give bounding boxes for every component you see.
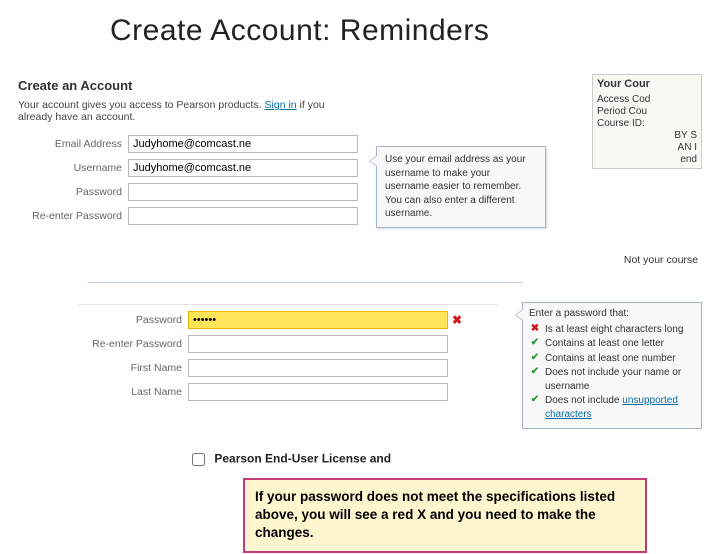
not-your-course-text: Not your course — [624, 254, 698, 266]
username-tooltip-text: Use your email address as your username … — [385, 154, 526, 219]
username-field[interactable] — [128, 159, 358, 177]
course-panel: Your Cour Access Cod Period Cou Course I… — [592, 74, 702, 169]
license-row: Pearson End-User License and — [188, 450, 391, 469]
tooltip-pointer-icon — [515, 309, 523, 321]
password-label-bottom: Password — [78, 314, 188, 326]
reenter-field-bottom[interactable] — [188, 335, 448, 353]
tooltip-pointer-icon — [369, 155, 377, 167]
reenter-field-top[interactable] — [128, 207, 358, 225]
course-panel-line: BY S — [597, 130, 697, 141]
license-text: Pearson End-User License and — [214, 452, 391, 466]
last-name-field[interactable] — [188, 383, 448, 401]
req-text: Contains at least one number — [545, 352, 676, 366]
req-text-pre: Does not include — [545, 395, 622, 406]
email-label: Email Address — [18, 138, 128, 150]
check-icon: ✔ — [529, 337, 541, 349]
course-panel-line: Period Cou — [597, 106, 697, 117]
row-reenter-top: Re-enter Password — [18, 207, 702, 225]
license-checkbox[interactable] — [192, 453, 205, 466]
row-reenter-bottom: Re-enter Password — [78, 335, 498, 353]
password-label-top: Password — [18, 186, 128, 198]
username-label: Username — [18, 162, 128, 174]
second-form: Password ✖ Re-enter Password First Name … — [78, 304, 498, 407]
last-name-label: Last Name — [78, 386, 188, 398]
req-item: ✖ Is at least eight characters long — [529, 323, 695, 337]
row-password-top: Password — [18, 183, 702, 201]
course-panel-line: Course ID: — [597, 118, 697, 129]
course-panel-line: AN I — [597, 142, 697, 153]
x-icon: ✖ — [529, 323, 541, 335]
check-icon: ✔ — [529, 366, 541, 378]
signin-link[interactable]: Sign in — [265, 99, 297, 111]
callout-box: If your password does not meet the speci… — [243, 478, 647, 553]
callout-text: If your password does not meet the speci… — [255, 489, 615, 540]
reenter-label-top: Re-enter Password — [18, 210, 128, 222]
username-tooltip: Use your email address as your username … — [376, 146, 546, 228]
row-first-name: First Name — [78, 359, 498, 377]
course-panel-title: Your Cour — [597, 78, 697, 90]
req-item: ✔ Contains at least one letter — [529, 337, 695, 351]
reenter-label-bottom: Re-enter Password — [78, 338, 188, 350]
first-name-label: First Name — [78, 362, 188, 374]
password-requirements-box: Enter a password that: ✖ Is at least eig… — [522, 302, 702, 429]
req-item: ✔ Does not include your name or username — [529, 366, 695, 393]
course-panel-line: Access Cod — [597, 94, 697, 105]
course-panel-line: end — [597, 154, 697, 165]
check-icon: ✔ — [529, 394, 541, 406]
intro-pre: Your account gives you access to Pearson… — [18, 99, 265, 111]
row-last-name: Last Name — [78, 383, 498, 401]
first-name-field[interactable] — [188, 359, 448, 377]
intro-text: Your account gives you access to Pearson… — [18, 99, 338, 123]
slide-title: Create Account: Reminders — [110, 14, 720, 48]
req-item: ✔ Contains at least one number — [529, 352, 695, 366]
req-text: Does not include your name or username — [545, 366, 695, 393]
row-password-bottom: Password ✖ — [78, 311, 498, 329]
requirements-title: Enter a password that: — [529, 307, 695, 321]
invalid-x-icon: ✖ — [452, 313, 466, 327]
check-icon: ✔ — [529, 352, 541, 364]
req-text: Is at least eight characters long — [545, 323, 683, 337]
password-field-bottom[interactable] — [188, 311, 448, 329]
email-field[interactable] — [128, 135, 358, 153]
section-divider — [88, 282, 522, 283]
password-field-top[interactable] — [128, 183, 358, 201]
req-item: ✔ Does not include unsupported character… — [529, 394, 695, 421]
page-area: Create an Account Your account gives you… — [18, 74, 702, 544]
req-text: Contains at least one letter — [545, 337, 664, 351]
req-text: Does not include unsupported characters — [545, 394, 695, 421]
